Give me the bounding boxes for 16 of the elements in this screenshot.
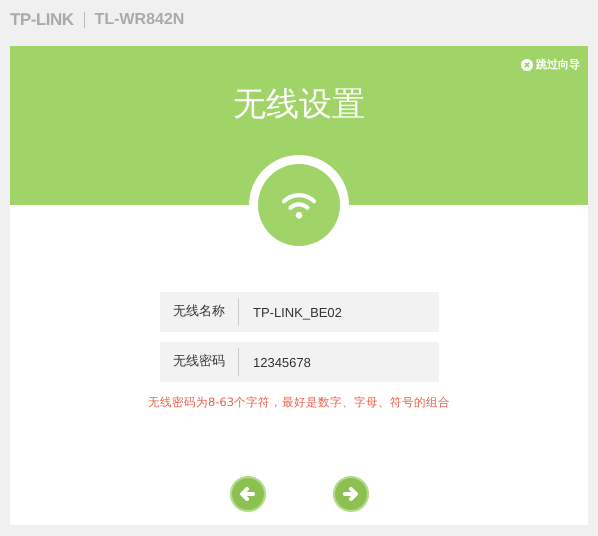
field-label: 无线密码 [160,348,239,376]
left-arrow-icon [240,487,255,501]
close-icon [521,58,533,70]
back-button[interactable] [230,476,266,512]
input-field[interactable]: 无线密码 12345678 [160,342,439,382]
input-field[interactable]: 无线名称 TP-LINK_BE02 [160,292,439,332]
model-name: TL-WR842N [94,11,184,29]
page-title: 无线设置 [233,83,365,125]
right-arrow-icon [343,487,358,501]
brand-logo: TP-LINK [10,10,74,30]
field-label: 无线名称 [160,298,239,326]
field-value: TP-LINK_BE02 [252,304,342,320]
field-value: 12345678 [252,354,311,370]
hint-text: 无线密码为8-63个字符，最好是数字、字母、符号的组合 [148,395,450,410]
next-button[interactable] [332,476,368,512]
wifi-icon [280,190,318,220]
